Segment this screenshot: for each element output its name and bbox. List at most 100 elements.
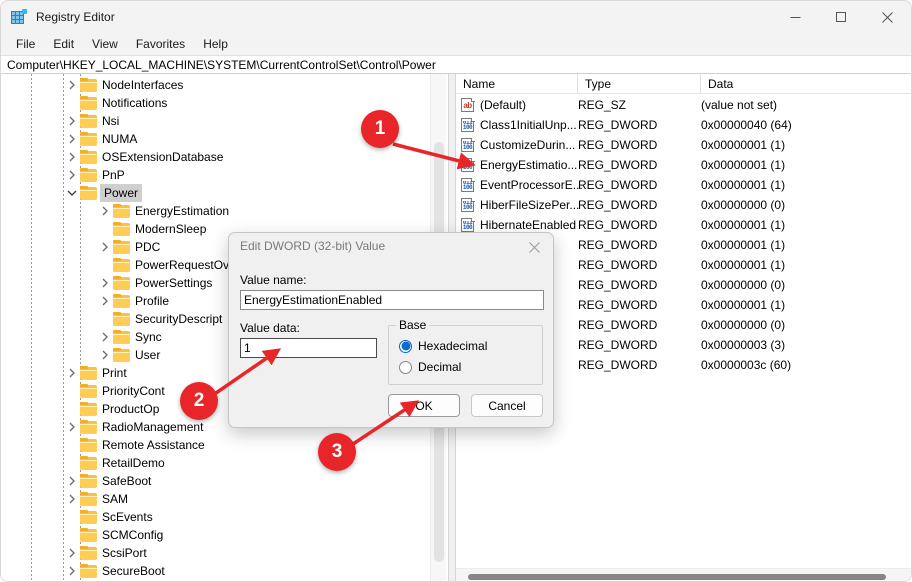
cancel-button[interactable]: Cancel	[471, 394, 543, 417]
tree-item-label: RadioManagement	[102, 420, 204, 434]
column-header-type[interactable]: Type	[578, 74, 701, 94]
ok-button[interactable]: OK	[388, 394, 460, 417]
tree-item-power[interactable]: Power	[1, 184, 431, 202]
value-type-cell: REG_DWORD	[578, 138, 658, 152]
chevron-right-icon[interactable]	[97, 346, 113, 364]
registry-editor-window: Registry Editor File Edit View Favorites…	[0, 0, 912, 582]
tree-item-label: Notifications	[102, 96, 168, 110]
folder-icon	[113, 204, 130, 218]
value-data-cell: 0x00000001 (1)	[701, 298, 786, 312]
tree-item-safeboot[interactable]: SafeBoot	[1, 472, 431, 490]
tree-item-label: SafeBoot	[102, 474, 152, 488]
table-row[interactable]: 011 100 Class1InitialUnp... REG_DWORD 0x0000…	[456, 115, 911, 135]
folder-icon	[80, 132, 97, 146]
radio-label-hexadecimal: Hexadecimal	[418, 339, 488, 353]
table-row[interactable]: 011 100 CustomizeDurin... REG_DWORD 0x000000…	[456, 135, 911, 155]
chevron-right-icon[interactable]	[64, 364, 80, 382]
menu-item-favorites[interactable]: Favorites	[127, 34, 194, 54]
maximize-icon[interactable]	[818, 1, 864, 33]
table-row[interactable]: 011 100 HiberFileSizePer... REG_DWORD 0x0000…	[456, 195, 911, 215]
value-name-field[interactable]: EnergyEstimationEnabled	[240, 290, 544, 310]
menu-item-edit[interactable]: Edit	[44, 34, 83, 54]
tree-item-label: Print	[102, 366, 127, 380]
string-value-icon: ab	[461, 98, 475, 112]
folder-icon	[80, 186, 97, 200]
column-header-data[interactable]: Data	[701, 74, 911, 94]
minimize-icon[interactable]	[772, 1, 818, 33]
folder-icon	[80, 564, 97, 578]
base-group-label: Base	[396, 318, 430, 332]
dialog-title: Edit DWORD (32-bit) Value	[240, 239, 386, 253]
chevron-right-icon[interactable]	[64, 562, 80, 580]
dword-value-icon: 011100	[461, 178, 475, 192]
tree-item-label: PriorityCont	[102, 384, 165, 398]
list-horizontal-scrollbar[interactable]	[456, 568, 911, 581]
tree-item-retaildemo[interactable]: RetailDemo	[1, 454, 431, 472]
tree-item-numa[interactable]: NUMA	[1, 130, 431, 148]
value-data-cell: 0x00000001 (1)	[701, 158, 786, 172]
tree-item-label: ScsiPort	[102, 546, 147, 560]
tree-item-scevents[interactable]: ScEvents	[1, 508, 431, 526]
menu-item-help[interactable]: Help	[194, 34, 237, 54]
radio-label-decimal: Decimal	[418, 360, 462, 374]
folder-icon	[80, 384, 97, 398]
menu-item-view[interactable]: View	[83, 34, 127, 54]
chevron-right-icon[interactable]	[97, 238, 113, 256]
close-icon[interactable]	[864, 1, 910, 33]
tree-item-label: EnergyEstimation	[135, 204, 230, 218]
chevron-right-icon[interactable]	[97, 274, 113, 292]
tree-item-notifications[interactable]: Notifications	[1, 94, 431, 112]
chevron-right-icon[interactable]	[64, 166, 80, 184]
tree-item-pnp[interactable]: PnP	[1, 166, 431, 184]
value-type-cell: REG_DWORD	[578, 158, 658, 172]
tree-leaf-spacer	[97, 256, 113, 274]
chevron-right-icon[interactable]	[97, 328, 113, 346]
tree-item-remote-assistance[interactable]: Remote Assistance	[1, 436, 431, 454]
chevron-right-icon[interactable]	[64, 490, 80, 508]
value-data-field[interactable]: 1	[240, 338, 377, 358]
edit-dword-dialog: Edit DWORD (32-bit) Value Value name: En…	[228, 232, 554, 428]
list-scrollbar-thumb[interactable]	[468, 574, 886, 580]
folder-icon	[80, 546, 97, 560]
value-type-cell: REG_DWORD	[578, 178, 658, 192]
tree-item-label: SAM	[102, 492, 129, 506]
tree-item-scsiport[interactable]: ScsiPort	[1, 544, 431, 562]
address-bar[interactable]: Computer\HKEY_LOCAL_MACHINE\SYSTEM\Curre…	[1, 55, 911, 74]
table-row[interactable]: 011 100 EnergyEstimatio... REG_DWORD 0x00000…	[456, 155, 911, 175]
tree-item-scmconfig[interactable]: SCMConfig	[1, 526, 431, 544]
chevron-right-icon[interactable]	[64, 130, 80, 148]
list-column-headers: Name Type Data	[456, 74, 911, 94]
table-row[interactable]: 011 100 EventProcessorE... REG_DWORD 0x00000…	[456, 175, 911, 195]
value-name-cell: CustomizeDurin...	[480, 138, 576, 152]
tree-item-osextensiondatabase[interactable]: OSExtensionDatabase	[1, 148, 431, 166]
folder-icon	[80, 96, 97, 110]
tree-item-sam[interactable]: SAM	[1, 490, 431, 508]
chevron-right-icon[interactable]	[97, 202, 113, 220]
radio-hexadecimal[interactable]: Hexadecimal	[399, 339, 487, 353]
radio-decimal[interactable]: Decimal	[399, 360, 461, 374]
table-row[interactable]: ab (Default) REG_SZ (value not set)	[456, 95, 911, 115]
tree-item-nodeinterfaces[interactable]: NodeInterfaces	[1, 76, 431, 94]
chevron-right-icon[interactable]	[64, 148, 80, 166]
tree-item-energyestimation[interactable]: EnergyEstimation	[1, 202, 431, 220]
tree-item-secureboot[interactable]: SecureBoot	[1, 562, 431, 580]
radio-indicator-decimal	[399, 360, 412, 374]
chevron-right-icon[interactable]	[64, 472, 80, 490]
chevron-down-icon[interactable]	[64, 184, 80, 202]
value-type-cell: REG_DWORD	[578, 278, 658, 292]
chevron-right-icon[interactable]	[64, 76, 80, 94]
tree-item-nsi[interactable]: Nsi	[1, 112, 431, 130]
close-icon[interactable]	[519, 236, 549, 258]
chevron-right-icon[interactable]	[97, 292, 113, 310]
folder-icon	[80, 510, 97, 524]
chevron-right-icon[interactable]	[64, 418, 80, 436]
chevron-right-icon[interactable]	[64, 112, 80, 130]
folder-icon	[113, 258, 130, 272]
folder-icon	[80, 114, 97, 128]
menu-item-file[interactable]: File	[7, 34, 44, 54]
column-header-name[interactable]: Name	[456, 74, 578, 94]
value-type-cell: REG_DWORD	[578, 318, 658, 332]
chevron-right-icon[interactable]	[64, 544, 80, 562]
folder-icon	[80, 456, 97, 470]
value-data-cell: 0x00000001 (1)	[701, 218, 786, 232]
